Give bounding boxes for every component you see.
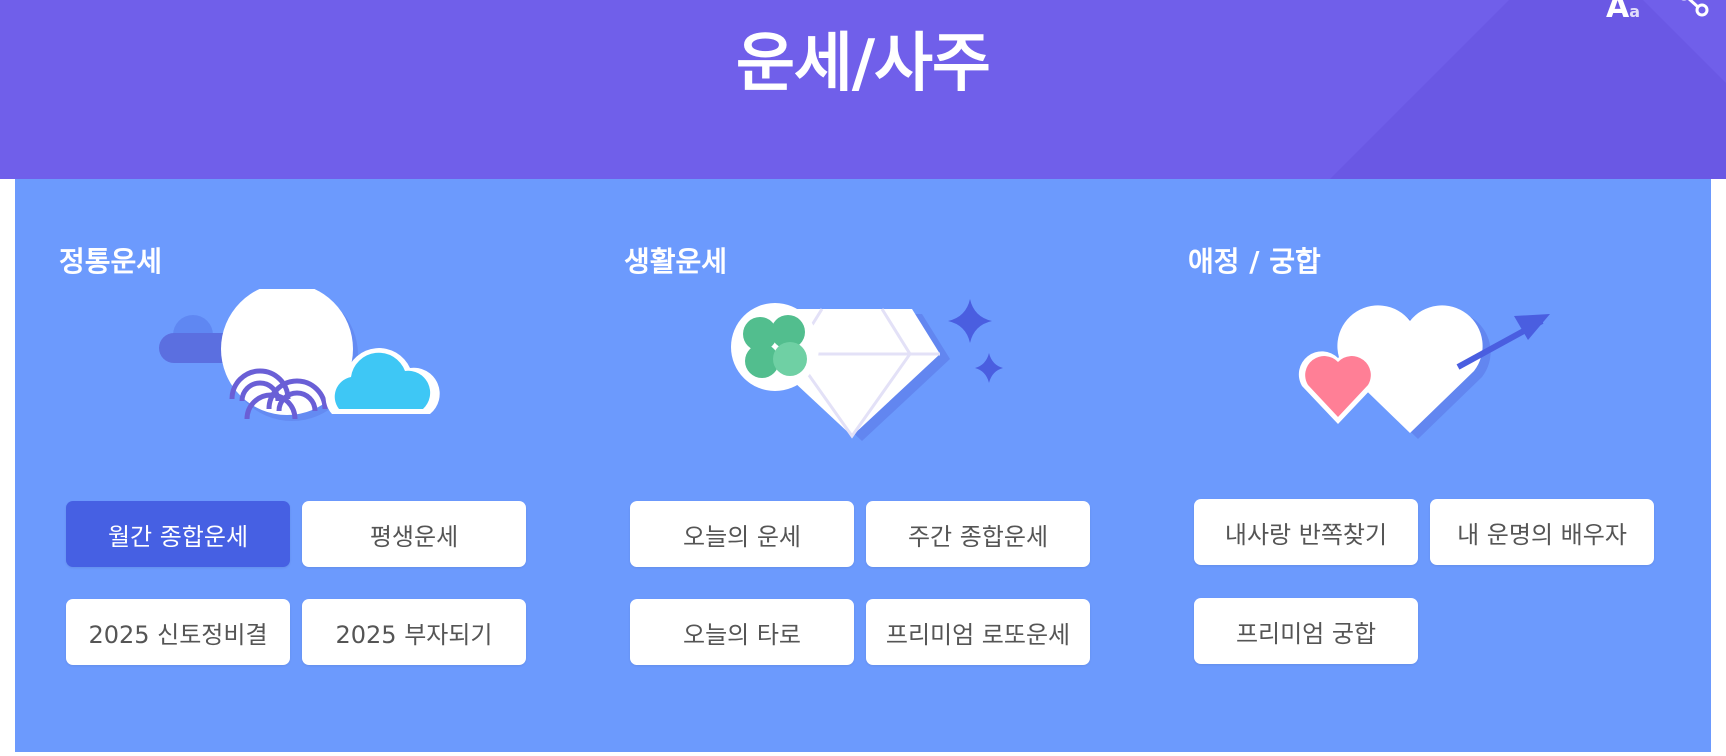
fortune-menu-panel: 정통운세 월간 종합운세 평생운세 2025 신토정비결 2025 부자되기 생… (15, 179, 1711, 752)
btn-weekly-fortune[interactable]: 주간 종합운세 (866, 501, 1090, 567)
btn-monthly-fortune[interactable]: 월간 종합운세 (66, 501, 290, 567)
btn-today-tarot[interactable]: 오늘의 타로 (630, 599, 854, 665)
section-title-love: 애정 / 궁합 (1188, 245, 1321, 278)
page-title: 운세/사주 (736, 27, 991, 101)
btn-destined-spouse[interactable]: 내 운명의 배우자 (1430, 499, 1654, 565)
btn-today-fortune[interactable]: 오늘의 운세 (630, 501, 854, 567)
section-title-traditional: 정통운세 (59, 245, 163, 278)
clover-diamond-icon (731, 299, 1003, 441)
btn-tojeong-2025[interactable]: 2025 신토정비결 (66, 599, 290, 665)
font-size-icon: Aa (1606, 0, 1641, 25)
hearts-arrow-icon (1298, 305, 1550, 439)
btn-wealth-2025[interactable]: 2025 부자되기 (302, 599, 526, 665)
share-icon (1681, 0, 1709, 17)
share-button[interactable] (1676, 0, 1710, 22)
page-header: 운세/사주 Aa (0, 0, 1726, 179)
font-size-button[interactable]: Aa (1606, 0, 1640, 25)
btn-lifetime-fortune[interactable]: 평생운세 (302, 501, 526, 567)
btn-find-soulmate[interactable]: 내사랑 반쪽찾기 (1194, 499, 1418, 565)
btn-premium-compatibility[interactable]: 프리미엄 궁합 (1194, 598, 1418, 664)
btn-lotto-fortune[interactable]: 프리미엄 로또운세 (866, 599, 1090, 665)
moon-cloud-icon (159, 289, 440, 421)
section-title-life: 생활운세 (624, 245, 728, 278)
